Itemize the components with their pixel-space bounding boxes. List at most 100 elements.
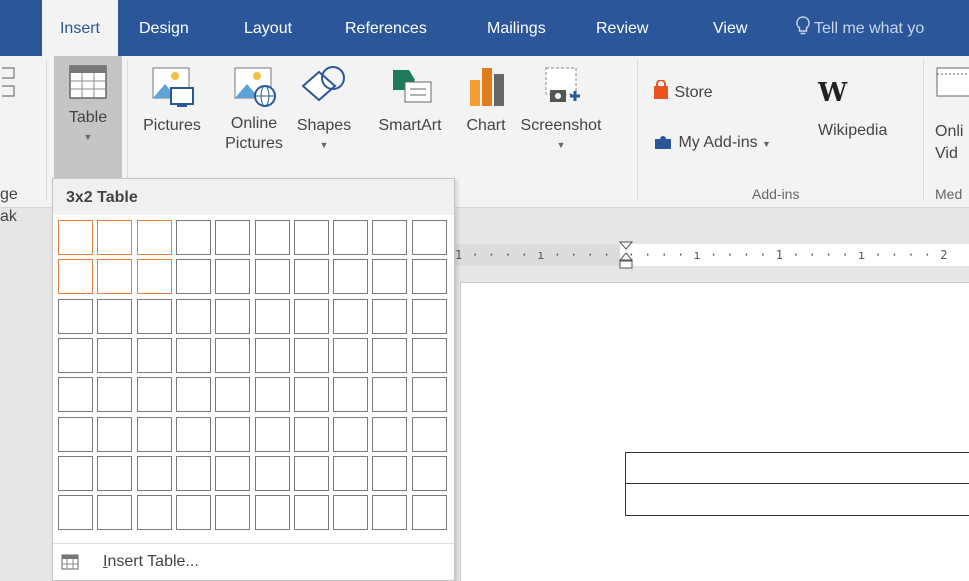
grid-cell[interactable]	[333, 377, 368, 412]
table-button[interactable]: Table ▼	[54, 56, 122, 178]
grid-cell[interactable]	[412, 417, 447, 452]
grid-cell[interactable]	[97, 417, 132, 452]
grid-cell[interactable]	[58, 338, 93, 373]
grid-cell[interactable]	[176, 299, 211, 334]
document-table[interactable]	[625, 452, 969, 516]
grid-cell[interactable]	[255, 495, 290, 530]
grid-cell[interactable]	[137, 299, 172, 334]
grid-cell[interactable]	[255, 338, 290, 373]
grid-cell[interactable]	[255, 299, 290, 334]
grid-cell[interactable]	[333, 495, 368, 530]
grid-cell[interactable]	[58, 377, 93, 412]
grid-cell[interactable]	[97, 456, 132, 491]
tab-layout[interactable]: Layout	[244, 0, 292, 56]
grid-cell[interactable]	[294, 220, 329, 255]
grid-cell[interactable]	[372, 299, 407, 334]
grid-cell[interactable]	[372, 220, 407, 255]
grid-cell[interactable]	[137, 220, 172, 255]
grid-cell[interactable]	[294, 338, 329, 373]
grid-cell[interactable]	[215, 299, 250, 334]
grid-cell[interactable]	[176, 456, 211, 491]
grid-cell[interactable]	[294, 259, 329, 294]
grid-cell[interactable]	[58, 417, 93, 452]
tab-references[interactable]: References	[345, 0, 427, 56]
insert-table-menu-item[interactable]: Insert Table...	[53, 545, 454, 579]
grid-cell[interactable]	[255, 377, 290, 412]
smartart-button[interactable]: SmartArt	[366, 64, 454, 138]
grid-cell[interactable]	[58, 495, 93, 530]
grid-cell[interactable]	[294, 377, 329, 412]
grid-cell[interactable]	[58, 456, 93, 491]
grid-cell[interactable]	[215, 220, 250, 255]
tab-mailings[interactable]: Mailings	[487, 0, 546, 56]
indent-marker-icon[interactable]	[618, 240, 634, 270]
grid-cell[interactable]	[176, 220, 211, 255]
grid-cell[interactable]	[333, 338, 368, 373]
grid-cell[interactable]	[97, 377, 132, 412]
tab-design[interactable]: Design	[139, 0, 189, 56]
grid-cell[interactable]	[176, 377, 211, 412]
grid-cell[interactable]	[412, 220, 447, 255]
grid-cell[interactable]	[58, 299, 93, 334]
grid-cell[interactable]	[58, 220, 93, 255]
table-row[interactable]	[626, 453, 969, 484]
screenshot-button[interactable]: Screenshot ▼	[520, 64, 602, 152]
grid-cell[interactable]	[137, 417, 172, 452]
grid-cell[interactable]	[255, 220, 290, 255]
grid-cell[interactable]	[137, 259, 172, 294]
shapes-button[interactable]: Shapes ▼	[290, 64, 358, 152]
online-pictures-button[interactable]: Online Pictures	[218, 64, 290, 154]
grid-cell[interactable]	[372, 338, 407, 373]
grid-cell[interactable]	[333, 220, 368, 255]
grid-cell[interactable]	[137, 456, 172, 491]
grid-cell[interactable]	[176, 417, 211, 452]
grid-cell[interactable]	[255, 456, 290, 491]
grid-cell[interactable]	[372, 417, 407, 452]
tab-view[interactable]: View	[713, 0, 747, 56]
grid-cell[interactable]	[176, 259, 211, 294]
grid-cell[interactable]	[97, 259, 132, 294]
page-break-fragment[interactable]: ge ak	[0, 184, 18, 228]
grid-cell[interactable]	[215, 417, 250, 452]
grid-cell[interactable]	[176, 495, 211, 530]
online-video-button[interactable]: Onli Vid	[935, 64, 969, 165]
grid-cell[interactable]	[412, 495, 447, 530]
grid-cell[interactable]	[412, 299, 447, 334]
grid-cell[interactable]	[333, 259, 368, 294]
grid-cell[interactable]	[97, 220, 132, 255]
grid-cell[interactable]	[215, 338, 250, 373]
grid-cell[interactable]	[255, 259, 290, 294]
tab-review[interactable]: Review	[596, 0, 648, 56]
my-addins-button[interactable]: My Add-ins ▼	[652, 131, 771, 152]
grid-cell[interactable]	[412, 338, 447, 373]
grid-cell[interactable]	[372, 495, 407, 530]
grid-cell[interactable]	[412, 377, 447, 412]
grid-cell[interactable]	[215, 456, 250, 491]
grid-cell[interactable]	[97, 495, 132, 530]
grid-cell[interactable]	[372, 456, 407, 491]
tab-insert[interactable]: Insert	[42, 0, 118, 58]
grid-cell[interactable]	[294, 456, 329, 491]
grid-cell[interactable]	[255, 417, 290, 452]
grid-cell[interactable]	[215, 495, 250, 530]
grid-cell[interactable]	[372, 259, 407, 294]
pictures-button[interactable]: Pictures	[136, 64, 208, 138]
grid-cell[interactable]	[294, 495, 329, 530]
grid-cell[interactable]	[137, 338, 172, 373]
grid-cell[interactable]	[412, 456, 447, 491]
grid-cell[interactable]	[215, 377, 250, 412]
wikipedia-button[interactable]: Wikipedia	[818, 122, 887, 140]
grid-cell[interactable]	[412, 259, 447, 294]
grid-cell[interactable]	[333, 417, 368, 452]
grid-cell[interactable]	[176, 338, 211, 373]
document-page[interactable]	[460, 282, 969, 581]
table-row[interactable]	[626, 484, 969, 515]
grid-cell[interactable]	[333, 299, 368, 334]
grid-cell[interactable]	[97, 338, 132, 373]
grid-cell[interactable]	[215, 259, 250, 294]
tell-me-search[interactable]: Tell me what yo	[796, 0, 924, 56]
grid-cell[interactable]	[137, 377, 172, 412]
grid-cell[interactable]	[137, 495, 172, 530]
chart-button[interactable]: Chart	[458, 64, 514, 138]
store-button[interactable]: Store	[652, 79, 713, 102]
